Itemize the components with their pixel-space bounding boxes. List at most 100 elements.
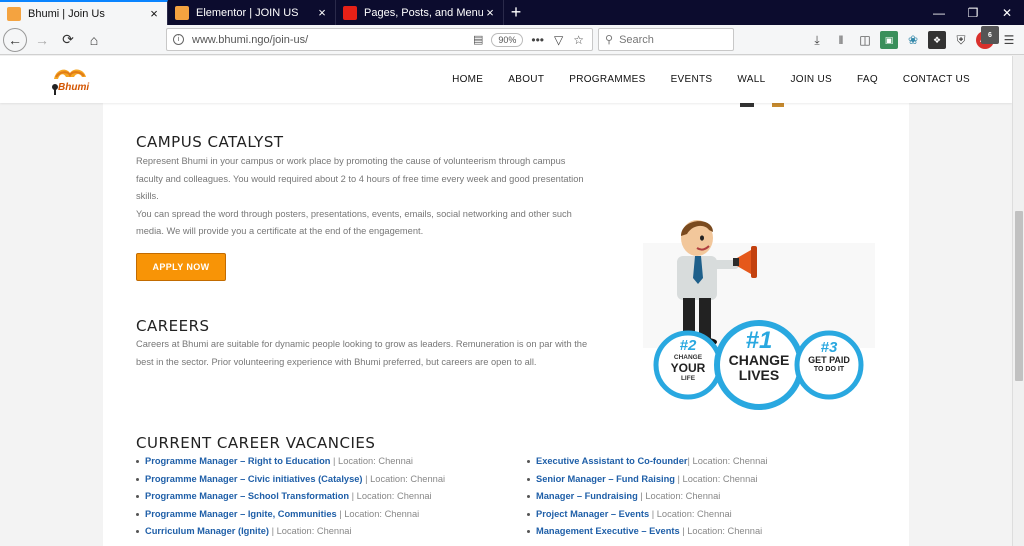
page-scrollbar[interactable] <box>1012 56 1024 546</box>
vacancy-location: | Location: Chennai <box>268 526 352 536</box>
close-tab-icon[interactable]: × <box>147 6 161 21</box>
minimize-icon[interactable]: — <box>922 0 956 25</box>
reader-view-icon[interactable]: ▤ <box>473 33 483 46</box>
pocket-icon[interactable]: ▽ <box>554 33 563 47</box>
badge-line: YOUR <box>670 361 706 375</box>
menu-home[interactable]: HOME <box>452 74 483 85</box>
vacancy-link[interactable]: Programme Manager – School Transformatio… <box>145 491 349 501</box>
list-item: Manager – Fundraising | Location: Chenna… <box>527 488 767 506</box>
list-item: Programme Manager – Civic initiatives (C… <box>136 471 445 489</box>
bhumi-favicon-icon <box>175 5 189 20</box>
menu-about[interactable]: ABOUT <box>508 74 544 85</box>
page-actions-icon[interactable]: ••• <box>531 33 544 47</box>
apply-now-button[interactable]: APPLY NOW <box>136 253 226 281</box>
vacancy-link[interactable]: Programme Manager – Civic initiatives (C… <box>145 474 363 484</box>
vacancies-title: CURRENT CAREER VACANCIES <box>136 434 376 452</box>
search-box[interactable]: ⚲ Search <box>598 28 734 51</box>
page-viewport: Bhumi HOME ABOUT PROGRAMMES EVENTS WALL … <box>0 56 1012 546</box>
menu-contact-us[interactable]: CONTACT US <box>903 74 970 85</box>
badge-line: GET PAID <box>808 355 850 365</box>
campus-catalyst-title: CAMPUS CATALYST <box>136 133 284 151</box>
vacancy-location: | Location: Chennai <box>649 508 732 519</box>
close-tab-icon[interactable]: × <box>315 5 329 20</box>
restore-icon[interactable]: ❐ <box>956 0 990 25</box>
back-button[interactable]: ← <box>3 27 27 52</box>
vacancy-link[interactable]: Executive Assistant to Co-founder <box>536 456 688 466</box>
list-item: Programme Manager – Ignite, Communities … <box>136 506 445 524</box>
bhumi-logo[interactable]: Bhumi <box>46 63 92 96</box>
extension-puzzle-icon[interactable]: ❖ <box>928 31 946 49</box>
list-item: Programme Manager – School Transformatio… <box>136 488 445 506</box>
list-item: Management Executive – Events | Location… <box>527 523 767 541</box>
tab-elementor-join-us[interactable]: Elementor | JOIN US × <box>168 0 336 25</box>
vacancy-location: | Location: Chennai <box>349 491 432 501</box>
menu-programmes[interactable]: PROGRAMMES <box>569 74 645 85</box>
tab-label: Pages, Posts, and Menus - Wo <box>364 6 483 19</box>
careers-line: Careers at Bhumi are suitable for dynami… <box>136 339 588 349</box>
menu-hamburger-icon[interactable]: ☰ <box>1000 31 1018 49</box>
vacancy-link[interactable]: Manager – Fundraising <box>536 491 638 501</box>
vacancy-link[interactable]: Programme Manager – Right to Education <box>145 456 330 466</box>
menu-join-us[interactable]: JOIN US <box>790 74 832 85</box>
extension-leaf-icon[interactable]: ❀ <box>904 31 922 49</box>
vacancies-list-left: Programme Manager – Right to Education |… <box>136 453 445 541</box>
menu-wall[interactable]: WALL <box>737 74 765 85</box>
screenshot-icon[interactable]: ▣ <box>880 31 898 49</box>
badge-number: #2 <box>679 337 697 354</box>
careers-line: best in the sector. Prior volunteering e… <box>136 356 537 367</box>
list-item: Executive Assistant to Co-founder| Locat… <box>527 453 767 471</box>
badge-line: LIFE <box>680 375 696 382</box>
reload-button[interactable]: ⟳ <box>55 27 81 53</box>
vacancy-link[interactable]: Curriculum Manager (Ignite) <box>145 526 269 536</box>
vacancy-location: | Location: Chennai <box>362 473 446 484</box>
careers-description: Careers at Bhumi are suitable for dynami… <box>136 336 626 371</box>
bhumi-favicon-icon <box>7 6 21 21</box>
library-icon[interactable]: ‖ <box>832 31 850 49</box>
zoom-level[interactable]: 90% <box>491 32 524 47</box>
adblock-icon[interactable]: AB6 <box>976 26 999 49</box>
close-window-icon[interactable]: ✕ <box>990 0 1024 25</box>
list-item: Senior Manager – Fund Raising | Location… <box>527 471 767 489</box>
site-header: Bhumi HOME ABOUT PROGRAMMES EVENTS WALL … <box>0 56 1012 103</box>
new-tab-button[interactable]: + <box>504 0 528 25</box>
vacancy-link[interactable]: Project Manager – Events <box>536 509 649 519</box>
vacancy-link[interactable]: Management Executive – Events <box>536 526 680 536</box>
vacancy-location: | Location: Chennai <box>679 526 763 536</box>
campus-line: faculty and colleagues. You would requir… <box>136 173 584 184</box>
campus-catalyst-description: Represent Bhumi in your campus or work p… <box>136 153 626 241</box>
url-bar[interactable]: i www.bhumi.ngo/join-us/ ▤ 90% ••• ▽ ☆ <box>166 28 593 51</box>
tab-strip: Bhumi | Join Us × Elementor | JOIN US × … <box>0 0 1024 25</box>
vacancy-location: | Location: Chennai <box>336 508 420 519</box>
shield-icon[interactable]: ⛨ <box>952 31 970 49</box>
campus-line: You can spread the word through posters,… <box>136 208 572 219</box>
badge-line: LIVES <box>738 367 780 383</box>
toolbar-icons: ⤓ ‖ ◫ ▣ ❀ ❖ ⛨ AB6 ☰ <box>808 25 1018 55</box>
tab-pages-posts-menus[interactable]: Pages, Posts, and Menus - Wo × <box>336 0 504 25</box>
forward-button[interactable]: → <box>29 27 55 53</box>
info-icon[interactable]: i <box>173 34 184 45</box>
close-tab-icon[interactable]: × <box>483 5 497 20</box>
badge-line: TO DO IT <box>813 366 845 373</box>
sidebar-icon[interactable]: ◫ <box>856 31 874 49</box>
bookmark-star-icon[interactable]: ☆ <box>573 33 584 47</box>
list-item: Programme Manager – Right to Education |… <box>136 453 445 471</box>
vacancy-link[interactable]: Programme Manager – Ignite, Communities <box>145 509 337 519</box>
list-item: Project Manager – Events | Location: Che… <box>527 506 767 524</box>
badge-3: #3 GET PAID TO DO IT <box>801 340 857 375</box>
search-input[interactable]: Search <box>619 34 654 46</box>
menu-faq[interactable]: FAQ <box>857 74 878 85</box>
main-menu: HOME ABOUT PROGRAMMES EVENTS WALL JOIN U… <box>427 56 970 103</box>
campus-line: Represent Bhumi in your campus or work p… <box>136 156 566 166</box>
logo-text: Bhumi <box>58 82 90 93</box>
download-icon[interactable]: ⤓ <box>808 31 826 49</box>
menu-events[interactable]: EVENTS <box>671 74 713 85</box>
vacancy-location: | Location: Chennai <box>687 456 768 466</box>
vacancy-link[interactable]: Senior Manager – Fund Raising <box>536 474 675 484</box>
adblock-badge: 6 <box>981 26 999 44</box>
tab-bhumi-join-us[interactable]: Bhumi | Join Us × <box>0 0 168 25</box>
vacancy-location: | Location: Chennai <box>330 456 413 466</box>
scrollbar-thumb[interactable] <box>1015 211 1023 381</box>
home-button[interactable]: ⌂ <box>81 27 107 53</box>
url-text[interactable]: www.bhumi.ngo/join-us/ <box>192 34 473 46</box>
campus-line: media. We will provide you a certificate… <box>136 226 424 236</box>
